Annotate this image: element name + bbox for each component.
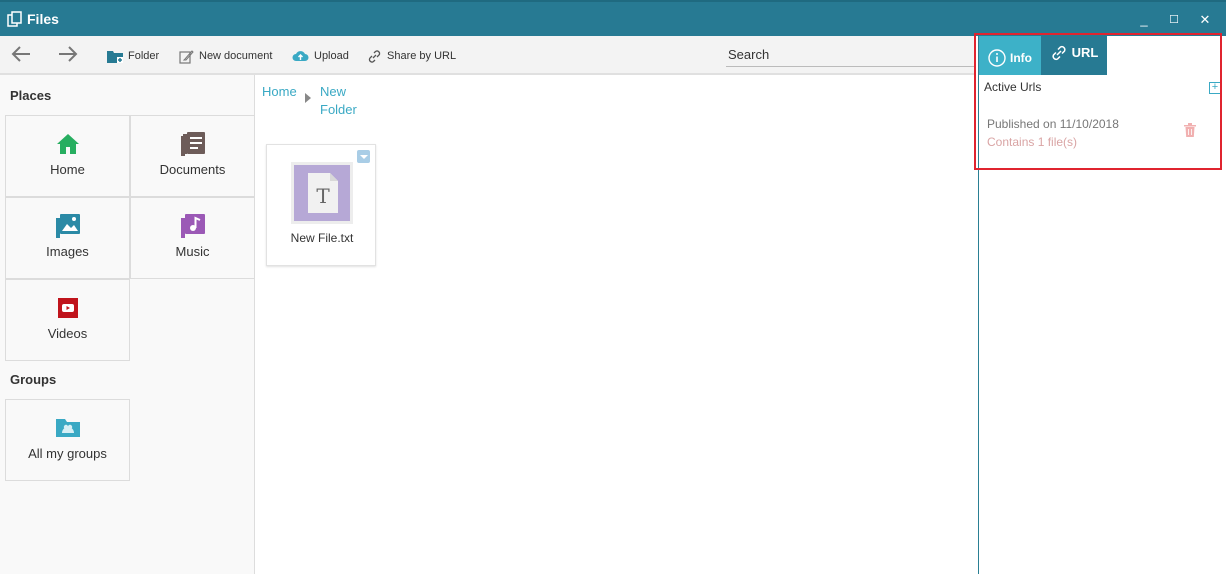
search-input[interactable] (726, 43, 975, 67)
new-document-label: New document (199, 50, 273, 62)
place-music[interactable]: Music (130, 197, 255, 279)
link-icon (1052, 45, 1066, 60)
url-published-date: Published on 11/10/2018 (987, 117, 1119, 131)
link-icon (368, 49, 381, 63)
groups-heading: Groups (10, 372, 57, 387)
documents-icon (180, 132, 205, 156)
breadcrumb-home[interactable]: Home (262, 83, 297, 100)
back-button[interactable] (9, 44, 33, 66)
breadcrumb-separator-icon (305, 93, 311, 103)
minimize-button[interactable]: _ (1136, 12, 1152, 28)
place-music-label: Music (175, 244, 210, 259)
url-contains-link[interactable]: Contains 1 file(s) (987, 135, 1077, 149)
share-by-url-button[interactable]: Share by URL (367, 47, 456, 65)
tab-info[interactable]: Info (979, 36, 1041, 75)
info-icon (988, 48, 1006, 67)
text-file-letter: T (316, 184, 330, 208)
tab-info-label: Info (1010, 50, 1032, 65)
text-file-icon: T (291, 162, 353, 224)
title-bar: Files _ ☐ ✕ (0, 0, 1226, 36)
toolbar: Folder New document Upload Share by URL (0, 36, 975, 75)
new-document-icon (179, 49, 194, 64)
place-documents[interactable]: Documents (130, 115, 255, 197)
active-urls-heading: Active Urls (984, 80, 1042, 94)
add-url-button[interactable]: + (1209, 82, 1221, 94)
tab-url-label: URL (1071, 45, 1099, 60)
file-item[interactable]: T New File.txt (266, 144, 376, 266)
tab-url[interactable]: URL (1041, 36, 1107, 75)
place-images[interactable]: Images (5, 197, 130, 279)
share-by-url-label: Share by URL (387, 50, 457, 62)
maximize-button[interactable]: ☐ (1166, 12, 1182, 28)
places-heading: Places (10, 88, 52, 103)
arrow-left-icon (11, 46, 30, 62)
file-name: New File.txt (290, 231, 354, 245)
file-menu-chevron-icon[interactable] (357, 150, 370, 163)
upload-label: Upload (314, 50, 349, 62)
folder-label: Folder (128, 50, 160, 62)
groups-folder-icon (55, 419, 80, 437)
breadcrumb-new-folder-line2[interactable]: Folder (320, 101, 357, 118)
window-title: Files (27, 11, 59, 27)
arrow-right-icon (59, 46, 78, 62)
new-folder-button[interactable]: Folder (107, 47, 159, 65)
forward-button[interactable] (56, 44, 80, 66)
breadcrumb-new-folder-line1[interactable]: New (320, 83, 346, 100)
place-videos[interactable]: Videos (5, 279, 130, 361)
folder-icon (107, 50, 123, 63)
place-documents-label: Documents (159, 162, 226, 177)
images-icon (55, 214, 80, 238)
place-images-label: Images (46, 244, 89, 259)
home-icon (56, 134, 79, 154)
place-videos-label: Videos (47, 326, 88, 341)
group-all-my-groups-label: All my groups (28, 446, 107, 461)
place-home[interactable]: Home (5, 115, 130, 197)
group-all-my-groups[interactable]: All my groups (5, 399, 130, 481)
trash-icon[interactable] (1184, 123, 1196, 137)
upload-button[interactable]: Upload (292, 47, 349, 65)
new-document-button[interactable]: New document (179, 47, 272, 65)
place-home-label: Home (50, 162, 85, 177)
files-app-icon (7, 11, 22, 27)
videos-icon (57, 298, 78, 318)
music-icon (180, 214, 205, 238)
close-button[interactable]: ✕ (1197, 12, 1213, 28)
upload-cloud-icon (292, 51, 309, 61)
